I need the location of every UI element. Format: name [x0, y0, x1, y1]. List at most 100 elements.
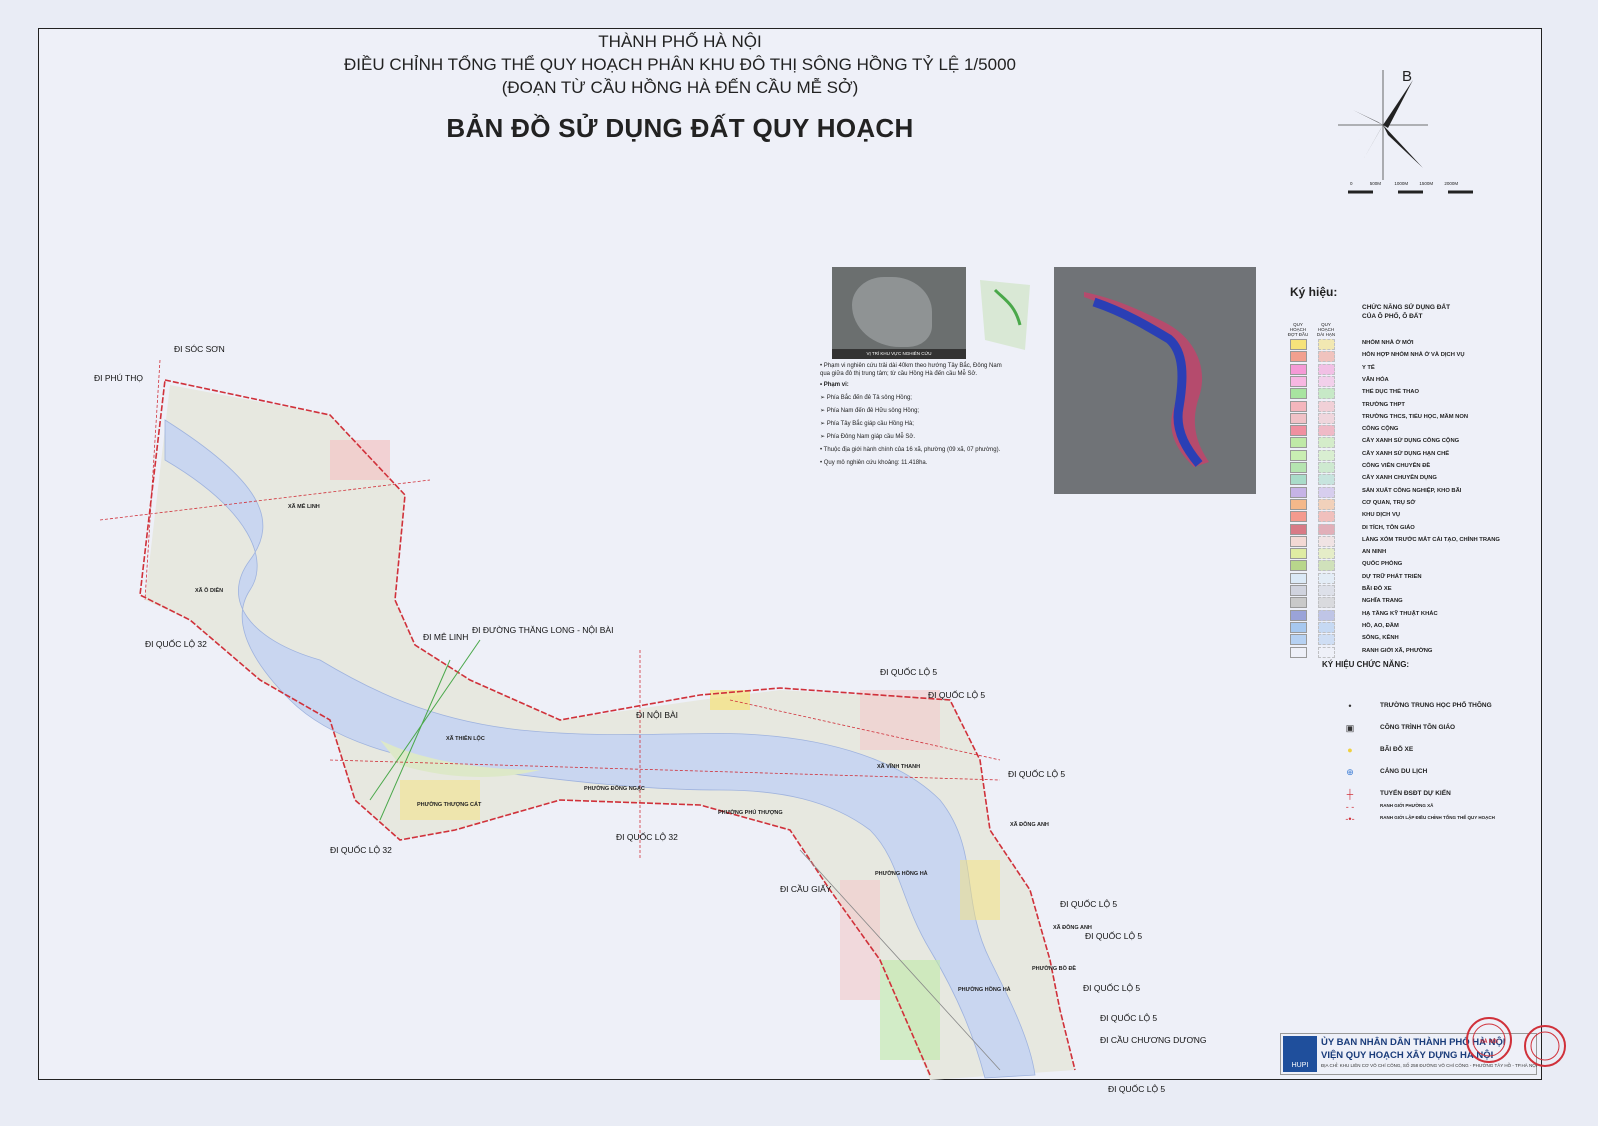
- commune-label: PHƯỜNG HỒNG HÀ: [875, 871, 928, 877]
- note-line: ➢ Phía Bắc đến đê Tả sông Hồng;: [820, 395, 912, 401]
- legend-label: KHU DỊCH VỤ: [1362, 512, 1401, 519]
- road-label: ĐI QUỐC LỘ 5: [1100, 1013, 1158, 1023]
- legend-item: VĂN HÓA: [1290, 375, 1530, 387]
- location-photo: VỊ TRÍ KHU VỰC NGHIÊN CỨU: [832, 267, 966, 359]
- official-stamp: HÀ NỘI: [1466, 1017, 1512, 1063]
- legend-swatch-phase1: [1290, 621, 1307, 633]
- road-label: ĐI QUỐC LỘ 5: [1083, 983, 1141, 993]
- function-item: -•- RANH GIỚI LẬP ĐIỀU CHỈNH TỔNG THỂ QUY…: [1340, 813, 1560, 825]
- road-label: ĐI QUỐC LỘ 32: [616, 832, 678, 842]
- legend-swatch-longterm: [1318, 412, 1335, 424]
- legend-label: NHÓM NHÀ Ở MỚI: [1362, 340, 1414, 346]
- function-label: TUYẾN ĐSĐT DỰ KIẾN: [1380, 790, 1451, 797]
- legend-item: HỒ, AO, ĐẦM: [1290, 621, 1530, 633]
- legend-swatch-longterm: [1318, 511, 1335, 523]
- legend-label: CÂY XANH CHUYÊN DỤNG: [1362, 475, 1437, 482]
- legend-swatch-longterm: [1318, 486, 1335, 498]
- legend-item: CÔNG CỘNG: [1290, 425, 1530, 437]
- note-line: • Thuộc địa giới hành chính của 16 xã, p…: [820, 447, 1001, 453]
- road-label: ĐI QUỐC LỘ 32: [145, 639, 207, 649]
- commune-label: PHƯỜNG BỒ ĐỀ: [1032, 966, 1077, 972]
- legend-label: LÀNG XÓM TRƯỚC MẮT CẢI TẠO, CHỈNH TRANG: [1362, 536, 1500, 543]
- commune-label: PHƯỜNG HỒNG HÀ: [958, 987, 1011, 993]
- satellite-map: [1054, 267, 1256, 494]
- legend-swatch-phase1: [1290, 351, 1307, 363]
- legend-label: CÔNG VIÊN CHUYÊN ĐỀ: [1362, 463, 1431, 469]
- legend-swatch-longterm: [1318, 548, 1335, 560]
- legend-swatch-phase1: [1290, 375, 1307, 387]
- legend-title: Ký hiệu:: [1290, 285, 1338, 299]
- function-symbol-icon: ▣: [1345, 723, 1355, 733]
- legend-item: CÂY XANH SỬ DỤNG HẠN CHẾ: [1290, 449, 1530, 461]
- commune-label: PHƯỜNG PHÚ THƯỢNG: [718, 810, 783, 816]
- commune-label: XÃ MÊ LINH: [288, 504, 320, 510]
- legend-swatch-phase1: [1290, 585, 1307, 596]
- commune-label: XÃ THIÊN LỘC: [446, 736, 485, 742]
- road-label: ĐI QUỐC LỘ 5: [1008, 769, 1066, 779]
- legend-item: DỰ TRỮ PHÁT TRIỂN: [1290, 572, 1530, 584]
- legend-swatch-phase1: [1290, 560, 1307, 572]
- official-stamp: [1524, 1025, 1566, 1067]
- legend-item: CÔNG VIÊN CHUYÊN ĐỀ: [1290, 462, 1530, 473]
- note-line: ➢ Phía Nam đến đê Hữu sông Hồng;: [820, 408, 920, 414]
- svg-text:HÀ NỘI: HÀ NỘI: [1480, 1037, 1498, 1045]
- function-label: RANH GIỚI LẬP ĐIỀU CHỈNH TỔNG THỂ QUY HO…: [1380, 815, 1495, 820]
- urban-block: [960, 860, 1000, 920]
- legend-item: NGHĨA TRANG: [1290, 597, 1530, 609]
- road-label: ĐI QUỐC LỘ 32: [330, 845, 392, 855]
- legend-swatch-phase1: [1290, 511, 1307, 523]
- legend-label: HỒ, AO, ĐẦM: [1362, 622, 1399, 629]
- urban-block: [880, 960, 940, 1060]
- function-symbol-icon: ⊕: [1346, 767, 1354, 777]
- legend-label: NGHĨA TRANG: [1362, 598, 1403, 605]
- legend-swatch-longterm: [1318, 351, 1335, 363]
- legend-label: TRƯỜNG THPT: [1362, 401, 1405, 408]
- legend-swatch-phase1: [1290, 548, 1307, 560]
- legend-item: DI TÍCH, TÔN GIÁO: [1290, 523, 1530, 535]
- legend-label: CƠ QUAN, TRỤ SỞ: [1362, 499, 1416, 506]
- legend-swatch-longterm: [1318, 621, 1335, 633]
- commune-label: XÃ Ô DIÊN: [195, 588, 224, 594]
- photo-caption: VỊ TRÍ KHU VỰC NGHIÊN CỨU: [832, 349, 966, 359]
- legend-swatch-longterm: [1318, 400, 1335, 412]
- legend-swatch-longterm: [1318, 646, 1335, 658]
- legend-swatch-longterm: [1318, 498, 1335, 510]
- legend-label: VĂN HÓA: [1362, 376, 1389, 383]
- legend-swatch-longterm: [1318, 572, 1335, 584]
- legend-swatch-phase1: [1290, 437, 1307, 449]
- legend-col-longterm: QUY HOẠCH DÀI HẠN: [1316, 322, 1336, 337]
- legend-swatch-phase1: [1290, 363, 1307, 375]
- legend-label: DI TÍCH, TÔN GIÁO: [1362, 524, 1415, 531]
- legend-swatch-phase1: [1290, 412, 1307, 424]
- legend-label: CÔNG CỘNG: [1362, 426, 1399, 433]
- commune-label: XÃ VĨNH THANH: [877, 764, 921, 770]
- function-legend-title: KÝ HIỆU CHỨC NĂNG:: [1322, 660, 1410, 669]
- mini-map: [970, 270, 1040, 358]
- legend-swatch-longterm: [1318, 449, 1335, 461]
- legend-label: Y TẾ: [1362, 364, 1375, 371]
- legend-swatch-phase1: [1290, 486, 1307, 498]
- legend-label: QUỐC PHÒNG: [1362, 561, 1403, 568]
- function-symbol-icon: •: [1348, 701, 1352, 711]
- note-line: ➢ Phía Đông Nam giáp cầu Mễ Sở.: [820, 434, 916, 440]
- function-item: ┼ TUYẾN ĐSĐT DỰ KIẾN: [1340, 788, 1560, 800]
- note-line: • Phạm vi:: [820, 382, 849, 388]
- legend-swatch-longterm: [1318, 474, 1335, 486]
- note-line: • Quy mô nghiên cứu khoảng: 11.418ha.: [820, 460, 928, 466]
- legend-label: RANH GIỚI XÃ, PHƯỜNG: [1362, 647, 1433, 654]
- road-label: ĐI CẦU CHƯƠNG DƯƠNG: [1100, 1035, 1207, 1045]
- study-scope-notes: • Phạm vi nghiên cứu trải dài 40km theo …: [820, 360, 1035, 470]
- legend-item: AN NINH: [1290, 548, 1530, 560]
- legend-swatch-longterm: [1318, 560, 1335, 572]
- legend-item: CÂY XANH CHUYÊN DỤNG: [1290, 474, 1530, 486]
- legend-item: BÃI ĐỖ XE: [1290, 585, 1530, 596]
- org-address: ĐỊA CHỈ: KHU LIÊN CƠ VÕ CHÍ CÔNG, SỐ 258…: [1321, 1063, 1537, 1068]
- legend-label: CÂY XANH SỬ DỤNG HẠN CHẾ: [1362, 450, 1450, 457]
- road-label: ĐI CẦU GIẤY: [780, 884, 832, 894]
- road-label: ĐI QUỐC LỘ 5: [928, 690, 986, 700]
- road-label: ĐI QUỐC LỘ 5: [1085, 931, 1143, 941]
- legend-swatch-phase1: [1290, 474, 1307, 486]
- legend-item: RANH GIỚI XÃ, PHƯỜNG: [1290, 646, 1530, 658]
- legend-label: TRƯỜNG THCS, TIỂU HỌC, MẦM NON: [1362, 413, 1469, 420]
- legend-label: SÔNG, KÊNH: [1362, 635, 1399, 642]
